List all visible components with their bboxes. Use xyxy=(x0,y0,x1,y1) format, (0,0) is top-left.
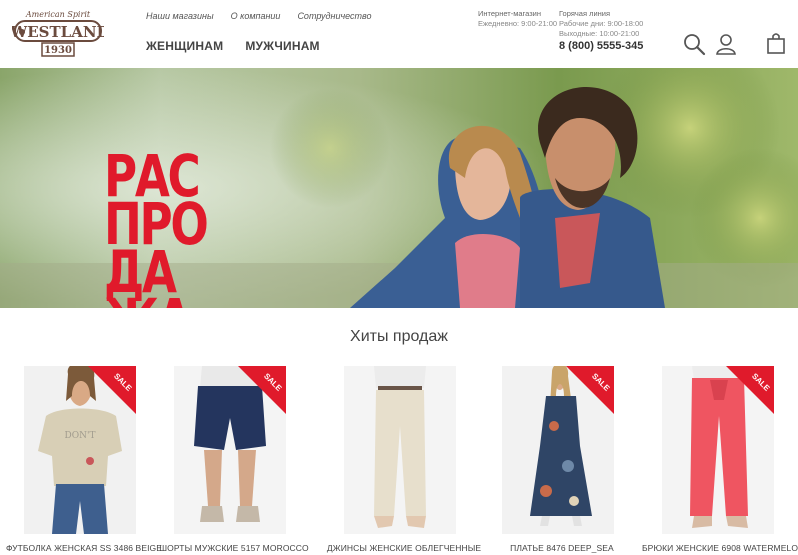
product-card[interactable]: SALE БРЮКИ ЖЕНСКИЕ 6908 WATERMELON xyxy=(642,366,798,555)
online-store-title: Интернет-магазин xyxy=(478,9,541,18)
bag-icon[interactable] xyxy=(764,31,788,55)
link-stores[interactable]: Наши магазины xyxy=(146,11,214,21)
sale-banner[interactable]: РАС ПРО ДА ЖА xyxy=(0,68,798,308)
link-about[interactable]: О компании xyxy=(231,11,281,21)
hotline-title: Горячая линия xyxy=(559,9,611,18)
nav-women[interactable]: ЖЕНЩИНАМ xyxy=(146,39,223,53)
product-image[interactable]: SALE xyxy=(502,366,614,534)
sale-badge: SALE xyxy=(88,366,136,414)
product-image[interactable] xyxy=(344,366,456,534)
hotline-weekends: Выходные: 10:00-21:00 xyxy=(559,29,640,38)
product-name[interactable]: ШОРТЫ МУЖСКИЕ 5157 MOROCCO xyxy=(154,543,314,553)
product-card[interactable]: SALE ПЛАТЬЕ 8476 DEEP_SEA xyxy=(502,366,642,555)
search-icon[interactable] xyxy=(682,32,706,56)
logo-tagline: American Spirit xyxy=(25,10,91,19)
logo-year: 1930 xyxy=(44,45,72,56)
product-list: DON'T SALE ФУТБОЛКА ЖЕНСКАЯ SS 3486 BEIG… xyxy=(0,366,798,555)
section-title-bestsellers: Хиты продаж xyxy=(350,328,448,345)
user-icon[interactable] xyxy=(714,32,738,56)
product-card[interactable]: ДЖИНСЫ ЖЕНСКИЕ ОБЛЕГЧЕННЫЕ xyxy=(327,366,484,555)
hotline-info: Горячая линия Рабочие дни: 9:00-18:00 Вы… xyxy=(559,9,643,39)
product-name[interactable]: БРЮКИ ЖЕНСКИЕ 6908 WATERMELON xyxy=(642,543,798,553)
sale-headline: РАС ПРО ДА ЖА xyxy=(104,147,221,308)
phone-number[interactable]: 8 (800) 5555-345 xyxy=(559,40,643,52)
sale-badge: SALE xyxy=(726,366,774,414)
main-nav: ЖЕНЩИНАМ МУЖЧИНАМ xyxy=(146,39,320,53)
product-name[interactable]: ПЛАТЬЕ 8476 DEEP_SEA xyxy=(482,543,642,553)
hotline-weekdays: Рабочие дни: 9:00-18:00 xyxy=(559,19,644,28)
product-card[interactable]: SALE ШОРТЫ МУЖСКИЕ 5157 MOROCCO xyxy=(159,366,314,555)
product-image[interactable]: SALE xyxy=(662,366,774,534)
online-store-hours: Ежедневно: 9:00-21:00 xyxy=(478,19,558,28)
product-name[interactable]: ФУТБОЛКА ЖЕНСКАЯ SS 3486 BEIGE xyxy=(4,543,164,553)
site-header: American Spirit WESTLAND 1930 Наши магаз… xyxy=(0,0,798,68)
online-store-info: Интернет-магазин Ежедневно: 9:00-21:00 xyxy=(478,9,557,29)
product-image[interactable]: DON'T SALE xyxy=(24,366,136,534)
product-image[interactable]: SALE xyxy=(174,366,286,534)
link-partnership[interactable]: Сотрудничество xyxy=(297,11,371,21)
sale-badge: SALE xyxy=(238,366,286,414)
svg-text:DON'T: DON'T xyxy=(65,431,96,441)
westland-logo[interactable]: American Spirit WESTLAND 1930 xyxy=(12,8,104,58)
sale-headline-line: ЖА xyxy=(104,291,221,308)
top-links: Наши магазины О компании Сотрудничество xyxy=(146,11,372,21)
nav-men[interactable]: МУЖЧИНАМ xyxy=(245,39,319,53)
product-name[interactable]: ДЖИНСЫ ЖЕНСКИЕ ОБЛЕГЧЕННЫЕ xyxy=(324,543,484,553)
logo-brand: WESTLAND xyxy=(12,23,104,41)
sale-badge: SALE xyxy=(566,366,614,414)
product-card[interactable]: DON'T SALE ФУТБОЛКА ЖЕНСКАЯ SS 3486 BEIG… xyxy=(6,366,164,555)
